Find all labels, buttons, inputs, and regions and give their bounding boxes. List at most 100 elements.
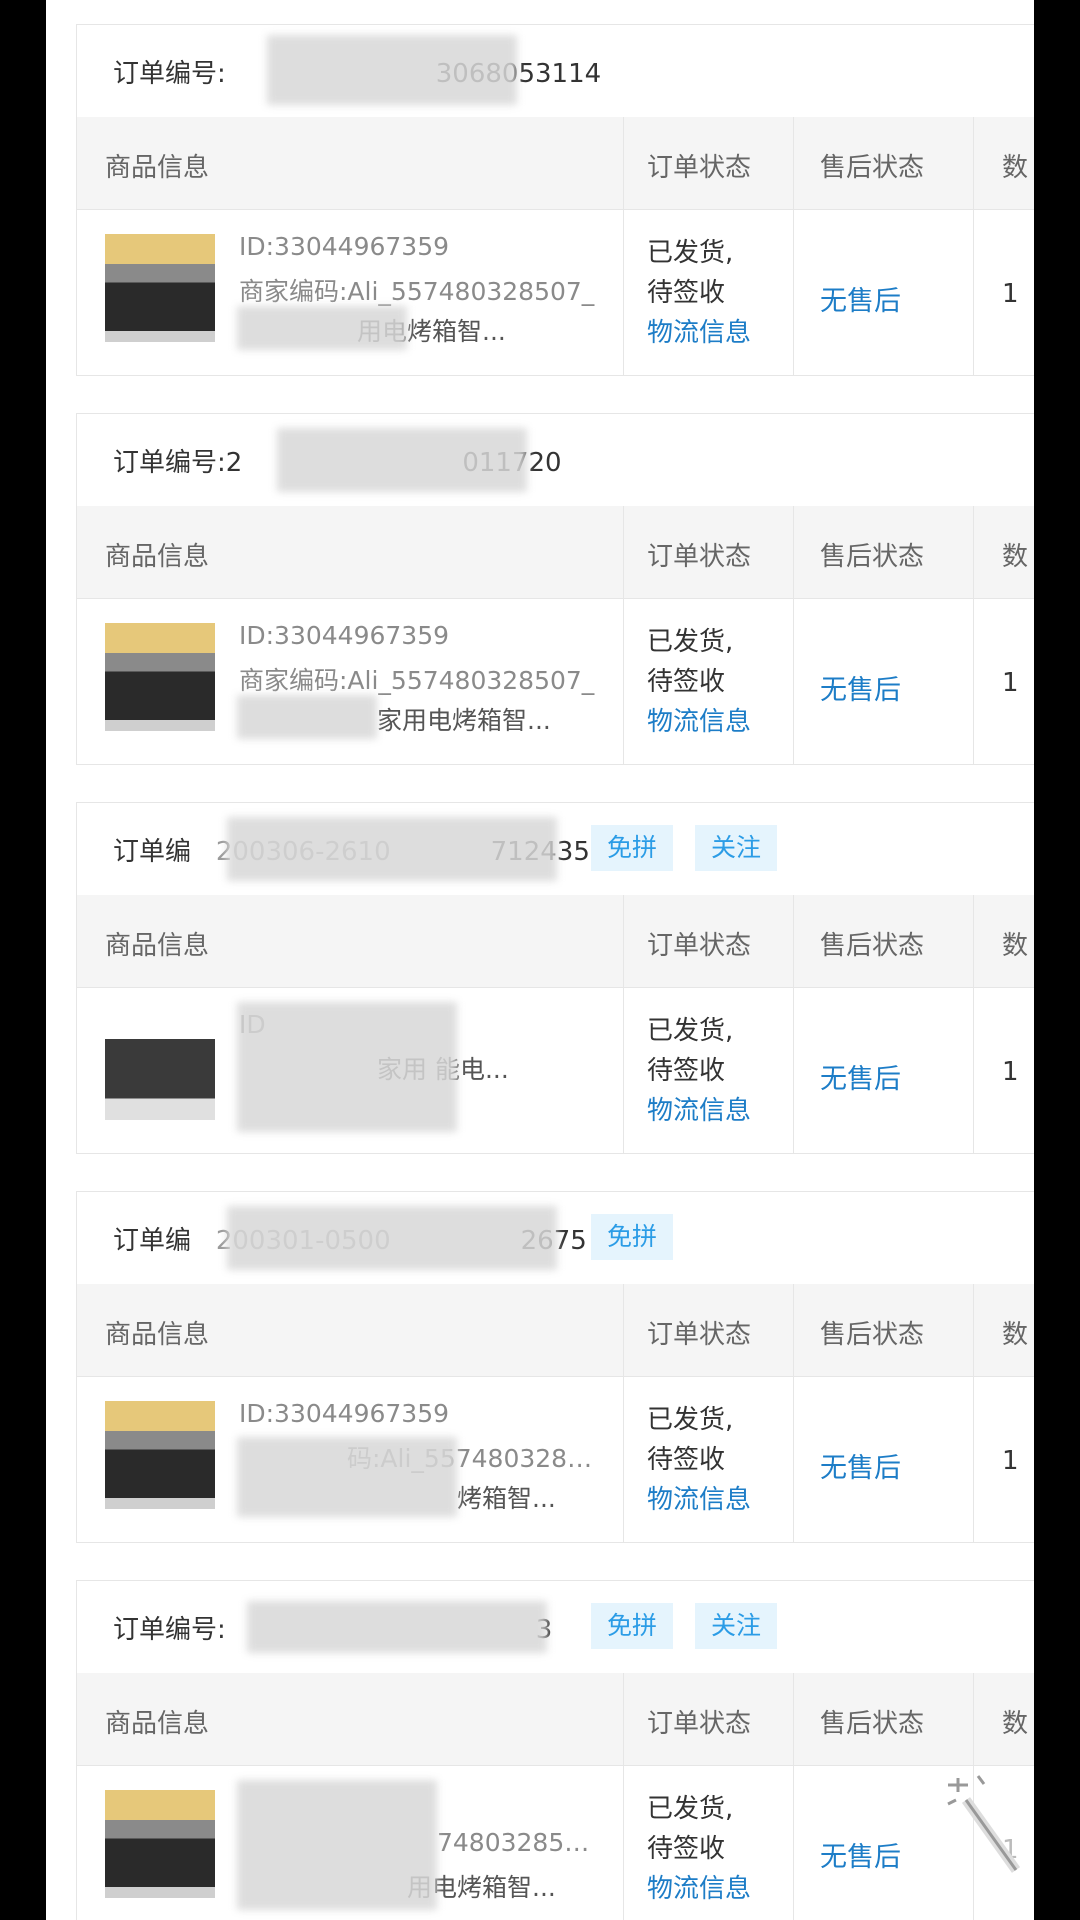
header-quantity: 数: [1002, 153, 1029, 183]
merchant-code: 商家编码:Ali_557480328507_: [239, 666, 595, 695]
logistics-link[interactable]: 物流信息: [647, 1868, 751, 1905]
header-order-status: 订单状态: [647, 153, 752, 183]
logistics-link[interactable]: 物流信息: [647, 1090, 751, 1127]
order-status-line2: 待签收: [647, 1834, 726, 1864]
tag-mianpin: 免拼: [591, 1214, 674, 1260]
order-number-label: 订单编号:: [113, 448, 226, 478]
order-card: 订单编 200301-05002675 免拼 商品信息 订单状态 售后状态 数 …: [76, 1191, 1034, 1543]
redaction-blur: [237, 1002, 457, 1132]
product-id: ID:33044967359: [239, 1399, 450, 1428]
product-thumbnail[interactable]: [105, 1012, 215, 1120]
quantity: 1: [1002, 1057, 1019, 1087]
redaction-blur: [237, 695, 377, 739]
after-sale-status[interactable]: 无售后: [820, 279, 901, 318]
magic-wand-icon[interactable]: [946, 1770, 1026, 1880]
order-number-label: 订单编号:: [113, 59, 226, 89]
header-order-status: 订单状态: [647, 1320, 752, 1350]
header-product: 商品信息: [105, 542, 210, 572]
redaction-blur: [237, 1780, 437, 1910]
order-status-line2: 待签收: [647, 1445, 726, 1475]
order-status-line1: 已发货,: [647, 1016, 734, 1046]
product-thumbnail[interactable]: [105, 234, 215, 342]
header-quantity: 数: [1002, 1709, 1029, 1739]
after-sale-status[interactable]: 无售后: [820, 1446, 901, 1485]
tag-mianpin: 免拼: [591, 825, 674, 871]
order-header: 订单编号: 3068053114: [77, 25, 1034, 118]
redaction-blur: [267, 35, 517, 105]
order-header: 订单编号:2011720: [77, 414, 1034, 507]
header-product: 商品信息: [105, 1709, 210, 1739]
order-card: 订单编 200306-2610712435 免拼 关注 商品信息 订单状态 售后…: [76, 802, 1034, 1154]
table-row[interactable]: ID:33044967359 商家编码:Ali_557480328507_ 家用…: [77, 599, 1034, 764]
header-product: 商品信息: [105, 931, 210, 961]
table-header: 商品信息 订单状态 售后状态 数: [77, 117, 1034, 210]
header-after-sale: 售后状态: [820, 542, 925, 572]
order-card: 订单编号:3 免拼 关注 商品信息 订单状态 售后状态 数 7480328507…: [76, 1580, 1034, 1920]
redaction-blur: [247, 1601, 547, 1653]
order-number-start: 2: [225, 448, 243, 478]
order-status-line1: 已发货,: [647, 1405, 734, 1435]
order-number-label: 订单编: [113, 1226, 192, 1256]
table-header: 商品信息 订单状态 售后状态 数: [77, 1673, 1034, 1766]
follow-tag[interactable]: 关注: [695, 825, 778, 871]
merchant-code: 商家编码:Ali_557480328507_: [239, 277, 595, 306]
product-id: ID:33044967359: [239, 232, 450, 261]
order-card: 订单编号: 3068053114 商品信息 订单状态 售后状态 数 ID:3304…: [76, 24, 1034, 376]
order-status-line1: 已发货,: [647, 1794, 734, 1824]
order-status-line2: 待签收: [647, 278, 726, 308]
order-header: 订单编 200301-05002675 免拼: [77, 1192, 1034, 1285]
table-header: 商品信息 订单状态 售后状态 数: [77, 895, 1034, 988]
header-quantity: 数: [1002, 931, 1029, 961]
order-header: 订单编 200306-2610712435 免拼 关注: [77, 803, 1034, 896]
header-product: 商品信息: [105, 153, 210, 183]
header-after-sale: 售后状态: [820, 1709, 925, 1739]
quantity: 1: [1002, 279, 1019, 309]
table-row[interactable]: ID:33044967359 商家编码:Ali_557480328507_ 用电…: [77, 210, 1034, 375]
table-header: 商品信息 订单状态 售后状态 数: [77, 1284, 1034, 1377]
after-sale-status[interactable]: 无售后: [820, 1835, 901, 1874]
redaction-blur: [237, 1437, 457, 1517]
header-quantity: 数: [1002, 542, 1029, 572]
logistics-link[interactable]: 物流信息: [647, 1479, 751, 1516]
header-after-sale: 售后状态: [820, 153, 925, 183]
redaction-blur: [227, 817, 557, 881]
table-row[interactable]: 7480328507_ 用电烤箱智... 已发货, 待签收 物流信息 无售后 1: [77, 1766, 1034, 1920]
table-row[interactable]: ID:33044967359 码:Ali_557480328507_ 烤箱智..…: [77, 1377, 1034, 1542]
order-status-line1: 已发货,: [647, 627, 734, 657]
order-status-line1: 已发货,: [647, 238, 734, 268]
header-quantity: 数: [1002, 1320, 1029, 1350]
tag-mianpin: 免拼: [591, 1603, 674, 1649]
redaction-blur: [277, 428, 527, 492]
table-row[interactable]: ID 家用 能电... 已发货, 待签收 物流信息 无售后 1: [77, 988, 1034, 1153]
after-sale-status[interactable]: 无售后: [820, 668, 901, 707]
merchant-code: 7480328507_: [437, 1828, 597, 1857]
quantity: 1: [1002, 668, 1019, 698]
order-header: 订单编号:3 免拼 关注: [77, 1581, 1034, 1674]
header-after-sale: 售后状态: [820, 1320, 925, 1350]
product-thumbnail[interactable]: [105, 1790, 215, 1898]
follow-tag[interactable]: 关注: [695, 1603, 778, 1649]
header-order-status: 订单状态: [647, 1709, 752, 1739]
header-order-status: 订单状态: [647, 542, 752, 572]
order-list-page: 订单编号: 3068053114 商品信息 订单状态 售后状态 数 ID:3304…: [46, 0, 1034, 1920]
order-status-line2: 待签收: [647, 1056, 726, 1086]
header-after-sale: 售后状态: [820, 931, 925, 961]
logistics-link[interactable]: 物流信息: [647, 312, 751, 349]
header-order-status: 订单状态: [647, 931, 752, 961]
product-title[interactable]: 家用电烤箱智...: [377, 701, 597, 737]
product-title[interactable]: 烤箱智...: [457, 1479, 597, 1515]
order-number-label: 订单编: [113, 837, 192, 867]
product-thumbnail[interactable]: [105, 623, 215, 731]
table-header: 商品信息 订单状态 售后状态 数: [77, 506, 1034, 599]
redaction-blur: [227, 1206, 557, 1270]
order-number-label: 订单编号:: [113, 1615, 226, 1645]
redaction-blur: [237, 306, 407, 350]
product-id: ID:33044967359: [239, 621, 450, 650]
logistics-link[interactable]: 物流信息: [647, 701, 751, 738]
product-thumbnail[interactable]: [105, 1401, 215, 1509]
after-sale-status[interactable]: 无售后: [820, 1057, 901, 1096]
order-card: 订单编号:2011720 商品信息 订单状态 售后状态 数 ID:3304496…: [76, 413, 1034, 765]
header-product: 商品信息: [105, 1320, 210, 1350]
order-status-line2: 待签收: [647, 667, 726, 697]
quantity: 1: [1002, 1446, 1019, 1476]
